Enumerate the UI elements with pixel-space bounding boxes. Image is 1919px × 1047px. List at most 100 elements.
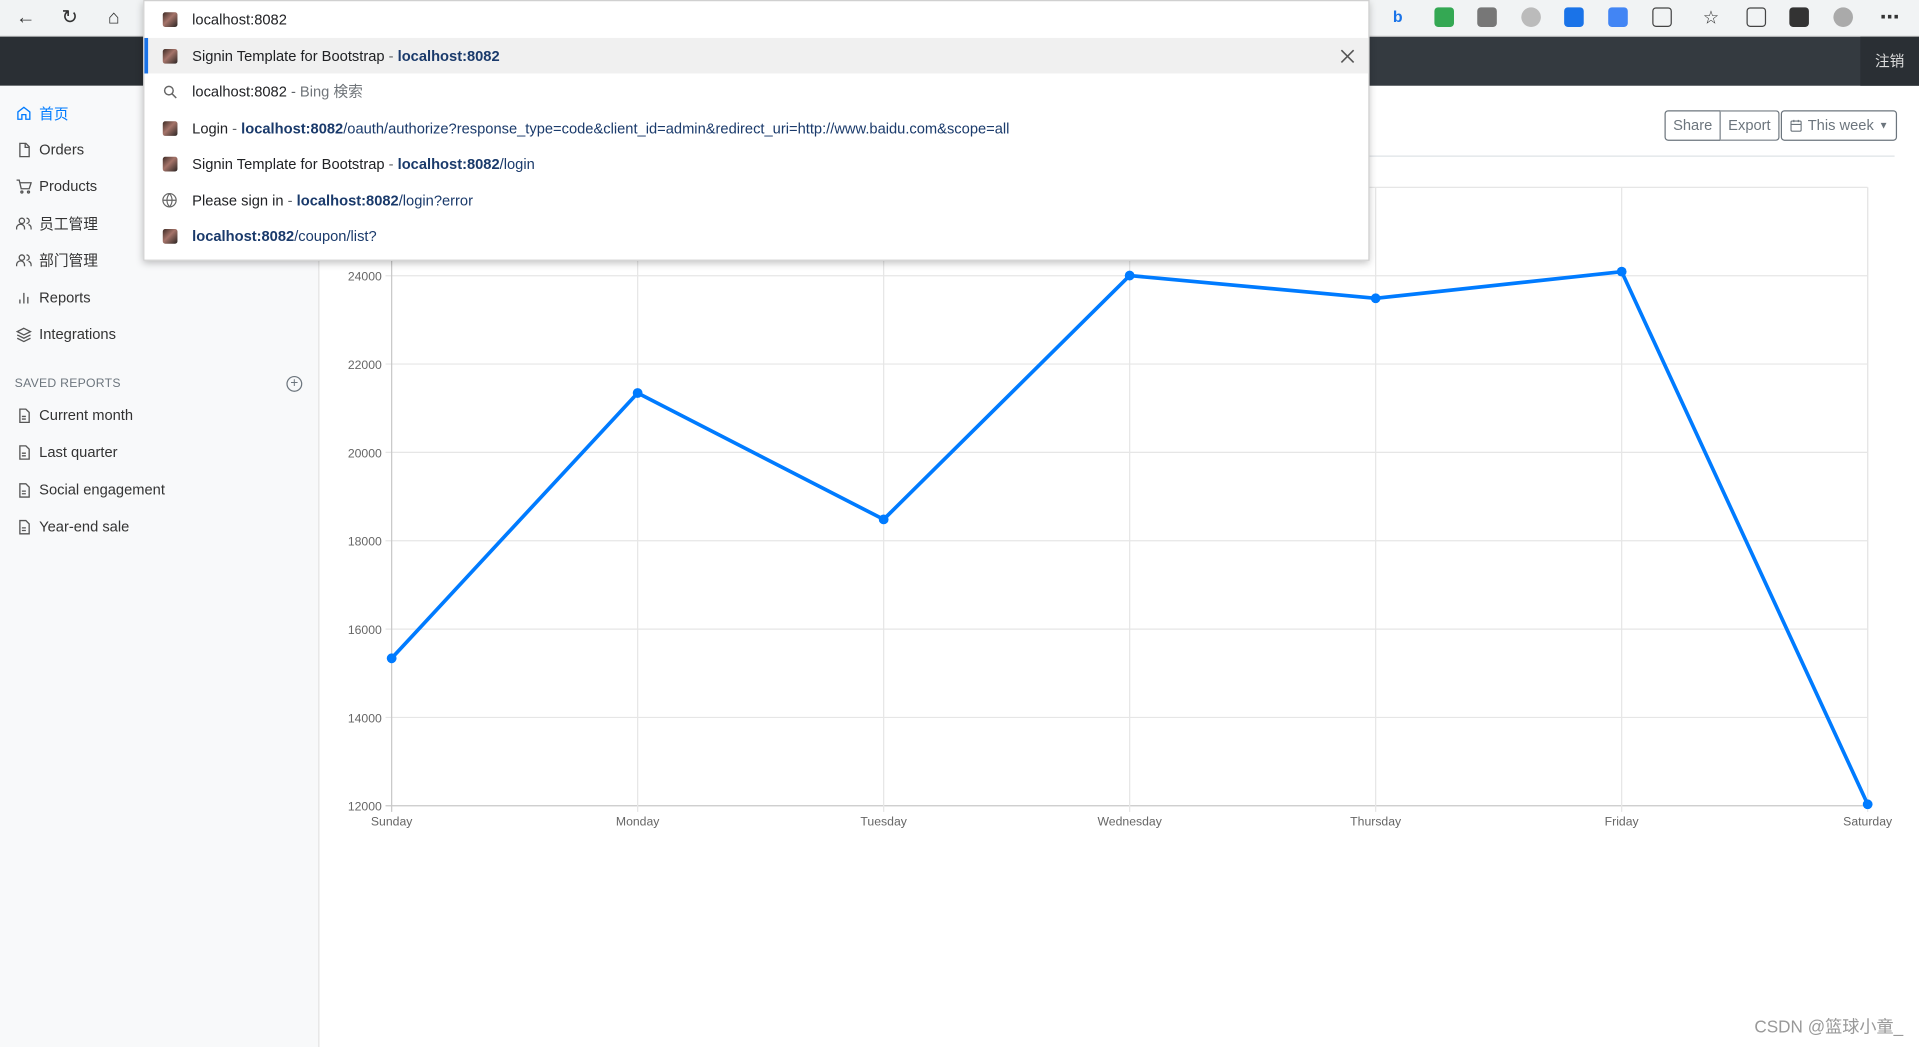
globe-icon: [162, 192, 178, 208]
suggestion-host: localhost:8082: [192, 227, 295, 245]
suggestion-separator: -: [228, 119, 242, 137]
suggestion-separator: -: [384, 154, 398, 173]
saved-report-current-month[interactable]: Current month: [15, 403, 133, 427]
sidebar-item-orders[interactable]: Orders: [15, 137, 84, 161]
menu-dots-icon[interactable]: ⋯: [1876, 5, 1903, 32]
suggestion-search-engine: Bing 検索: [299, 83, 363, 101]
suggestion-host: localhost:8082: [397, 154, 500, 173]
suggestion-row[interactable]: Login - localhost:8082/oauth/authorize?r…: [144, 110, 1368, 146]
suggestion-host: localhost:8082: [241, 119, 344, 137]
data-point: [386, 653, 397, 664]
suggestion-row[interactable]: localhost:8082 - Bing 検索: [144, 73, 1368, 109]
suggestion-row[interactable]: localhost:8082/coupon/list?: [144, 218, 1368, 254]
home-icon[interactable]: ⌂: [100, 5, 127, 32]
users-icon: [15, 214, 32, 231]
site-favicon: [162, 228, 178, 244]
saved-report-social-engagement[interactable]: Social engagement: [15, 478, 165, 502]
suggestion-path: /coupon/list?: [294, 227, 377, 245]
sidebar-item-integrations[interactable]: Integrations: [15, 322, 116, 346]
data-point: [878, 514, 889, 525]
suggestion-host: localhost:8082: [397, 47, 500, 65]
google-translate-icon[interactable]: [1608, 7, 1628, 27]
collections-icon[interactable]: [1746, 7, 1767, 27]
sidebar-item-employees[interactable]: 员工管理: [15, 211, 98, 235]
sidebar-item-reports[interactable]: Reports: [15, 285, 91, 309]
y-tick-label: 24000: [348, 270, 382, 284]
sidebar-item-label: Orders: [39, 140, 85, 158]
x-tick-label: Friday: [1605, 814, 1640, 828]
favorites-icon[interactable]: ☆: [1698, 5, 1725, 32]
sidebar-item-label: Reports: [39, 289, 91, 307]
suggestion-row[interactable]: Signin Template for Bootstrap - localhos…: [144, 146, 1368, 182]
puzzle-icon[interactable]: [1652, 7, 1672, 27]
suggestion-path: /login?error: [398, 191, 473, 209]
saved-report-label: Current month: [39, 406, 134, 424]
signout-link[interactable]: 注销: [1860, 36, 1919, 86]
y-tick-label: 18000: [348, 535, 382, 549]
sidebar-item-home[interactable]: 首页: [15, 100, 69, 124]
sidebar-item-label: 首页: [39, 104, 69, 122]
profile-avatar[interactable]: [1833, 7, 1853, 27]
suggestion-separator: -: [283, 191, 297, 209]
data-point: [1616, 266, 1627, 277]
suggestion-title: Login: [192, 119, 229, 137]
sidebar-item-label: 员工管理: [39, 214, 98, 233]
translate-extension-icon[interactable]: [1564, 7, 1584, 27]
back-icon[interactable]: ←: [12, 5, 39, 32]
add-report-icon[interactable]: +: [286, 375, 303, 392]
y-tick-label: 14000: [348, 711, 382, 725]
y-tick-label: 22000: [348, 358, 382, 372]
bing-extension-icon[interactable]: b: [1388, 7, 1408, 27]
s-extension-icon[interactable]: [1477, 7, 1497, 27]
suggestion-separator: -: [286, 83, 300, 101]
address-text: localhost:8082: [192, 10, 287, 28]
y-tick-label: 16000: [348, 623, 382, 637]
file-text-icon: [15, 518, 32, 535]
sidebar-item-departments[interactable]: 部门管理: [15, 247, 98, 271]
x-tick-label: Monday: [616, 814, 660, 828]
suggestion-row[interactable]: Please sign in - localhost:8082/login?er…: [144, 182, 1368, 218]
edge-icon[interactable]: [1789, 7, 1809, 27]
brand[interactable]: [0, 36, 145, 86]
reload-icon[interactable]: ↻: [56, 5, 83, 32]
suggestion-path: /oauth/authorize?response_type=code&clie…: [343, 119, 1010, 137]
saved-reports-heading: SAVED REPORTS: [14, 377, 121, 391]
x-tick-label: Saturday: [1843, 814, 1893, 828]
file-text-icon: [15, 407, 32, 424]
x-tick-label: Thursday: [1350, 814, 1402, 828]
address-input[interactable]: localhost:8082: [144, 1, 1368, 37]
sidebar-item-products[interactable]: Products: [15, 174, 97, 198]
data-point: [1124, 270, 1135, 281]
layers-icon: [15, 326, 32, 343]
file-icon: [15, 141, 32, 158]
sidebar-item-label: Products: [39, 177, 98, 195]
watermark: CSDN @篮球小童_: [1754, 1016, 1904, 1037]
address-bar-dropdown: localhost:8082 Signin Template for Boots…: [143, 0, 1370, 261]
saved-report-label: Last quarter: [39, 443, 118, 461]
sidebar-item-label: 部门管理: [39, 251, 98, 269]
site-favicon: [162, 11, 178, 27]
saved-report-year-end-sale[interactable]: Year-end sale: [15, 514, 129, 538]
saved-report-last-quarter[interactable]: Last quarter: [15, 440, 118, 464]
y-tick-label: 12000: [348, 800, 382, 814]
gray-extension-icon[interactable]: [1521, 7, 1541, 27]
x-tick-label: Sunday: [371, 814, 413, 828]
site-favicon: [162, 120, 178, 136]
suggestion-separator: -: [384, 47, 398, 65]
suggestion-row[interactable]: Signin Template for Bootstrap - localhos…: [144, 37, 1369, 74]
users-icon: [15, 251, 32, 268]
saved-report-label: Social engagement: [39, 481, 165, 499]
suggestion-title: localhost:8082: [192, 83, 287, 101]
suggestion-path: /login: [499, 154, 535, 173]
data-point: [1862, 799, 1873, 810]
suggestion-title: Signin Template for Bootstrap: [192, 47, 385, 65]
y-tick-label: 20000: [348, 446, 382, 460]
suggestion-host: localhost:8082: [296, 191, 399, 209]
x-tick-label: Wednesday: [1097, 814, 1162, 828]
site-favicon: [162, 48, 178, 64]
data-point: [1370, 293, 1381, 304]
close-icon[interactable]: [1339, 47, 1356, 64]
file-text-icon: [15, 443, 32, 460]
home-icon: [15, 104, 32, 121]
shield-extension-icon[interactable]: [1434, 7, 1454, 27]
